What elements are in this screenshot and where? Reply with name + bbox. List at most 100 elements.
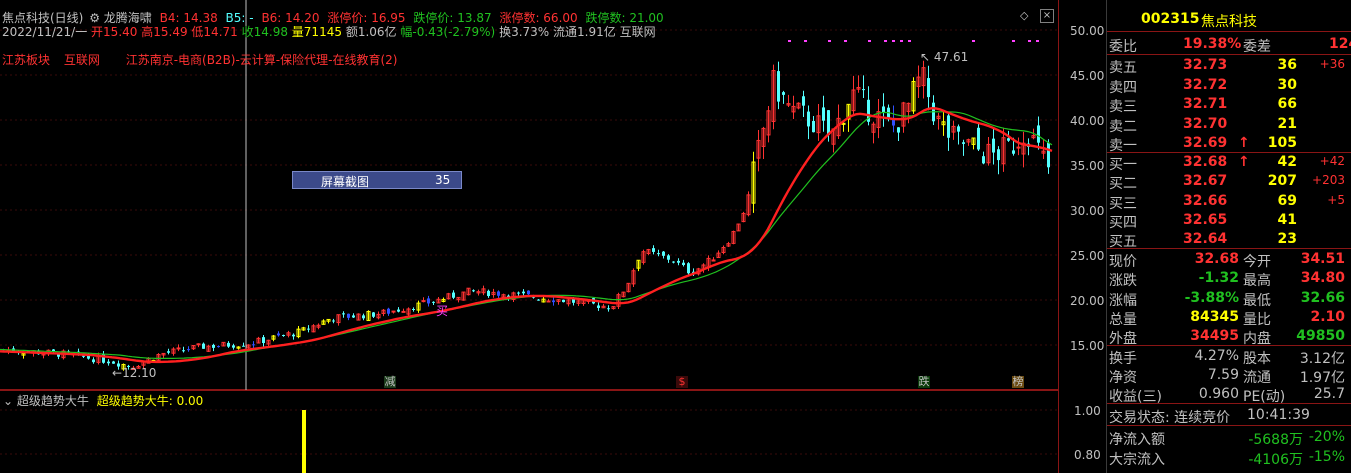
candle-body [1016, 146, 1021, 149]
sell-row[interactable]: 卖四 32.72 30 [1107, 76, 1351, 96]
candle-body [667, 255, 670, 260]
candle-body [672, 261, 675, 263]
concepts-label[interactable]: 江苏南京-电商(B2B)-云计算-保险代理-在线教育(2) [126, 53, 398, 67]
quote-panel: 002315 焦点科技 委比 19.38% 委差 124 卖五32.7336+3… [1106, 0, 1351, 473]
low-price-marker: ←12.10 [112, 366, 157, 380]
sector-label[interactable]: 江苏板块 [2, 53, 50, 67]
chevron-down-icon[interactable]: ⌄ [3, 394, 13, 408]
candle-body [527, 290, 530, 295]
candle-body [862, 89, 865, 91]
signal-dot [1012, 40, 1015, 42]
candle-body [112, 361, 115, 364]
candle-body [607, 308, 610, 310]
candle-body [537, 299, 540, 301]
candle-body [362, 315, 365, 319]
ma-green-line [0, 111, 1053, 359]
candle-body [242, 345, 245, 347]
signal-dot [828, 40, 831, 42]
buy-row[interactable]: 买四 32.65 41 [1107, 211, 1351, 231]
signal-dot [1028, 40, 1031, 42]
candle-body [552, 300, 555, 303]
candle-body [432, 301, 435, 303]
signal-dot [1036, 40, 1039, 42]
date-tag-2[interactable]: $ [676, 376, 688, 388]
candle-body [262, 337, 265, 344]
candle-body [497, 291, 500, 296]
candle-body [1047, 142, 1050, 168]
candle-body [412, 308, 415, 310]
stat-row: 涨跌 -1.32 最高 34.80 [1109, 270, 1345, 290]
ma-red-line [0, 106, 1053, 364]
trade-status-row: 交易状态: 连续竞价 10:41:39 [1109, 407, 1310, 426]
candle-body [982, 156, 985, 164]
candle-body [282, 335, 285, 337]
screenshot-tooltip: 屏幕截图 35 [292, 171, 462, 189]
candle-body [397, 309, 400, 312]
candle-body [427, 298, 430, 304]
candle-body [332, 320, 335, 322]
candle-body [202, 343, 205, 349]
candle-body [957, 126, 960, 132]
candle-body [292, 334, 295, 337]
candle-body [827, 110, 830, 136]
candle-body [196, 343, 201, 346]
date-tag-1[interactable]: 减 [384, 376, 396, 388]
candle-body [662, 251, 665, 256]
candle-body [777, 71, 780, 102]
industry-label[interactable]: 互联网 [64, 53, 100, 67]
candle-body [822, 107, 825, 121]
indicator-pane[interactable]: ⌄ 超级趋势大牛 超级趋势大牛: 0.00 1.00 0.80 [0, 390, 1101, 473]
candle-body [347, 313, 350, 318]
candle-body [167, 351, 170, 353]
date-tag-3[interactable]: 跌 [918, 376, 930, 388]
buy-row[interactable]: 买二 32.67 207 +203 [1107, 172, 1351, 192]
signal-dot [908, 40, 911, 42]
close-chart-button[interactable]: × [1040, 9, 1054, 23]
signal-dot [844, 40, 847, 42]
sell-row[interactable]: 卖三 32.71 66 [1107, 95, 1351, 115]
buy-row[interactable]: 买五 32.64 23 [1107, 230, 1351, 250]
indicator-bar [302, 410, 306, 473]
candle-body [387, 308, 390, 314]
candle-body [997, 149, 1000, 161]
candle-body [992, 138, 995, 153]
sell-row[interactable]: 卖一 32.69 105 ↑ [1107, 134, 1351, 154]
signal-dot [972, 40, 975, 42]
header-line-3: 江苏板块 互联网 江苏南京-电商(B2B)-云计算-保险代理-在线教育(2) [2, 51, 397, 68]
candle-body [421, 300, 426, 303]
candle-body [927, 78, 930, 98]
buy-row[interactable]: 买一 32.68 42 ↑ +42 [1107, 153, 1351, 173]
candle-body [687, 263, 690, 274]
candle-body [307, 328, 310, 330]
candle-body [597, 305, 600, 308]
candle-body [342, 313, 345, 315]
diamond-icon[interactable]: ◇ [1020, 9, 1032, 22]
stat2-row: 净资 7.59 流通 1.97亿 [1109, 367, 1345, 386]
signal-dot [804, 40, 807, 42]
candle-body [657, 253, 660, 255]
candle-body [1037, 125, 1040, 143]
stat-row: 外盘 34495 内盘 49850 [1109, 328, 1345, 348]
buy-row[interactable]: 买三 32.66 69 +5 [1107, 192, 1351, 212]
candle-body [812, 120, 815, 133]
candle-body [962, 142, 965, 144]
stat-row: 涨幅 -3.88% 最低 32.66 [1109, 289, 1345, 309]
high-price-marker: ↖ 47.61 [920, 50, 969, 64]
candle-body [1012, 150, 1015, 154]
date-tag-4[interactable]: 榜 [1012, 376, 1024, 388]
sell-row[interactable]: 卖二 32.70 21 [1107, 115, 1351, 135]
stat-row: 总量 84345 量比 2.10 [1109, 308, 1345, 328]
candle-body [391, 310, 396, 313]
candle-body [252, 344, 255, 346]
stat2-row: 换手 4.27% 股本 3.12亿 [1109, 348, 1345, 367]
candle-body [682, 262, 685, 266]
candle-body [546, 300, 551, 303]
candle-body [92, 359, 95, 363]
indicator-header: ⌄ 超级趋势大牛 超级趋势大牛: 0.00 [3, 394, 204, 408]
stat-row: 现价 32.68 今开 34.51 [1109, 251, 1345, 270]
candle-body [947, 115, 950, 138]
sell-row[interactable]: 卖五 32.73 36 +36 [1107, 56, 1351, 76]
candle-body [782, 92, 785, 95]
candle-body [372, 312, 375, 317]
candle-body [182, 350, 185, 352]
